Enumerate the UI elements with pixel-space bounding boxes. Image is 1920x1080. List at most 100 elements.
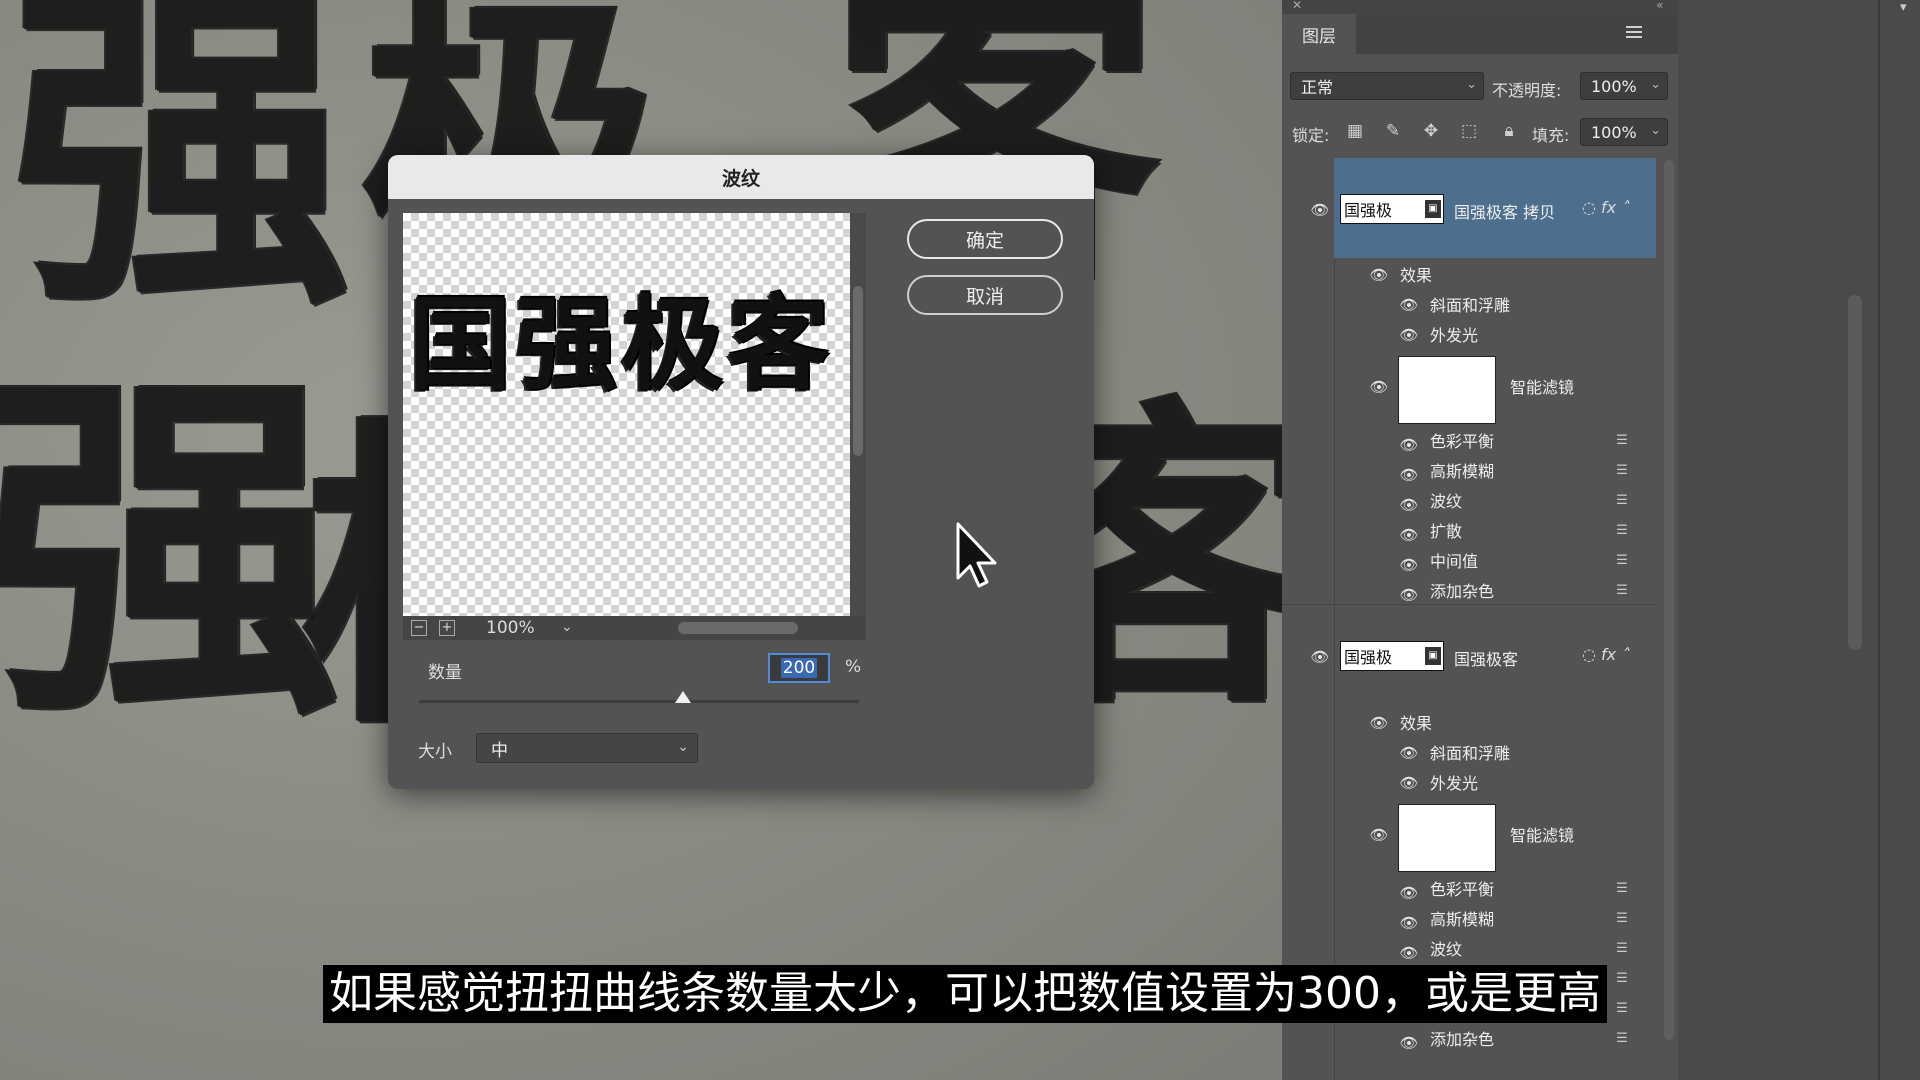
filter-item[interactable]: 扩散 [1430,518,1462,542]
effects-eye-icon[interactable]: 👁︎ [1368,716,1390,731]
visibility-eye-icon[interactable]: 👁︎ [1309,650,1331,665]
tab-layers[interactable]: 图层 [1282,14,1356,54]
layer-fx-indicator[interactable]: ◌ fx ˄ [1582,645,1629,664]
filter-item[interactable]: 波纹 [1430,488,1462,512]
cancel-button-label: 取消 [965,285,1004,308]
layer-list: 👁︎ 国强极 ▣ 国强极客 拷贝 ◌ fx ˄ 👁︎ 效果 👁︎ 斜面和浮雕 👁… [1282,158,1656,1080]
filter-item[interactable]: 色彩平衡 [1430,428,1494,452]
filter-eye-icon[interactable]: 👁︎ [1398,946,1420,961]
effect-item[interactable]: 外发光 [1430,322,1478,346]
dock-divider [1878,0,1880,1080]
zoom-in-icon[interactable]: + [439,620,455,636]
filter-options-icon[interactable]: ☰ [1612,882,1632,896]
layer-separator [1282,604,1656,605]
panel-tab-row: 图层 [1282,14,1678,54]
filter-item[interactable]: 高斯模糊 [1430,906,1494,930]
blend-mode-select[interactable]: 正常 ⌄ [1290,72,1484,100]
dialog-title: 波纹 [721,167,760,190]
amount-input[interactable]: 200 [768,653,830,683]
layers-scrollbar[interactable] [1664,160,1674,1040]
layer-fx-indicator[interactable]: ◌ fx ˄ [1582,198,1629,217]
filter-options-icon[interactable]: ☰ [1612,554,1632,568]
amount-slider-knob[interactable] [675,691,691,703]
lock-all-icon[interactable]: 🔒︎ [1498,120,1520,142]
panel-menu-icon[interactable] [1626,26,1642,40]
layer-thumbnail: 国强极 ▣ [1340,194,1444,224]
layer-name[interactable]: 国强极客 拷贝 [1454,199,1555,223]
filter-preview[interactable]: 国强极客 [403,213,850,616]
preview-zoom-bar: − + 100% ⌄ [403,616,866,640]
smart-filter-eye-icon[interactable]: 👁︎ [1368,828,1390,843]
filter-eye-icon[interactable]: 👁︎ [1398,886,1420,901]
preview-vertical-scrollbar[interactable] [850,213,866,616]
filter-eye-icon[interactable]: 👁︎ [1398,528,1420,543]
filter-options-icon[interactable]: ☰ [1612,584,1632,598]
dialog-title-bar[interactable]: 波纹 [388,155,1094,199]
ok-button[interactable]: 确定 [907,219,1063,259]
effect-item[interactable]: 外发光 [1430,770,1478,794]
opacity-value: 100% [1591,76,1637,96]
lock-transparent-icon[interactable]: ▦ [1344,120,1366,142]
filter-options-icon[interactable]: ☰ [1612,494,1632,508]
smart-object-icon: ▣ [1425,200,1441,218]
effect-eye-icon[interactable]: 👁︎ [1398,298,1420,313]
filter-options-icon[interactable]: ☰ [1612,1032,1632,1046]
filter-item[interactable]: 中间值 [1430,548,1478,572]
chevron-down-icon: ⌄ [677,739,689,755]
collapse-icon[interactable]: « [1656,0,1663,12]
opacity-field[interactable]: 100% ⌄ [1580,72,1668,100]
filter-item[interactable]: 波纹 [1430,936,1462,960]
effect-item[interactable]: 斜面和浮雕 [1430,292,1510,316]
lock-artboard-icon[interactable]: ⬚ [1458,120,1480,142]
preview-horizontal-scrollbar[interactable] [678,622,798,634]
preview-vscroll-thumb[interactable] [853,286,863,456]
layer-name[interactable]: 国强极客 [1454,646,1518,670]
smart-filter-eye-icon[interactable]: 👁︎ [1368,380,1390,395]
lock-move-icon[interactable]: ✥ [1420,120,1442,142]
lock-brush-icon[interactable]: ✎ [1382,120,1404,142]
amount-slider-track[interactable] [419,691,859,703]
filter-eye-icon[interactable]: 👁︎ [1398,468,1420,483]
filter-eye-icon[interactable]: 👁︎ [1398,916,1420,931]
filter-eye-icon[interactable]: 👁︎ [1398,558,1420,573]
effect-eye-icon[interactable]: 👁︎ [1398,746,1420,761]
filter-options-icon[interactable]: ☰ [1612,942,1632,956]
cancel-button[interactable]: 取消 [907,275,1063,315]
blend-mode-value: 正常 [1301,78,1334,97]
filter-options-icon[interactable]: ☰ [1612,972,1632,986]
close-icon[interactable]: ✕ [1292,0,1302,12]
visibility-eye-icon[interactable]: 👁︎ [1309,203,1331,218]
filter-item[interactable]: 高斯模糊 [1430,458,1494,482]
zoom-value[interactable]: 100% [486,618,535,638]
smart-filter-mask-thumb[interactable] [1398,356,1496,424]
filter-item[interactable]: 添加杂色 [1430,578,1494,602]
filter-options-icon[interactable]: ☰ [1612,464,1632,478]
filter-options-icon[interactable]: ☰ [1612,524,1632,538]
fx-label: fx [1601,198,1617,217]
amount-label: 数量 [428,663,462,683]
amount-value: 200 [780,658,818,678]
effect-eye-icon[interactable]: 👁︎ [1398,328,1420,343]
smart-object-icon: ▣ [1425,647,1441,665]
filter-options-icon[interactable]: ☰ [1612,912,1632,926]
filter-item[interactable]: 色彩平衡 [1430,876,1494,900]
filter-options-icon[interactable]: ☰ [1612,434,1632,448]
filter-eye-icon[interactable]: 👁︎ [1398,438,1420,453]
effect-item[interactable]: 斜面和浮雕 [1430,740,1510,764]
filter-eye-icon[interactable]: 👁︎ [1398,588,1420,603]
size-value: 中 [491,740,508,761]
filter-eye-icon[interactable]: 👁︎ [1398,1036,1420,1051]
filter-options-icon[interactable]: ☰ [1612,1002,1632,1016]
chevron-down-icon[interactable]: ⌄ [561,619,573,635]
chevron-down-icon: ⌄ [1650,77,1661,92]
comment-icon[interactable]: ▾ [1900,0,1918,15]
effect-eye-icon[interactable]: 👁︎ [1398,776,1420,791]
size-select[interactable]: 中 ⌄ [476,733,698,763]
dock-scrollbar-thumb[interactable] [1848,295,1862,650]
filter-item[interactable]: 添加杂色 [1430,1026,1494,1050]
fill-field[interactable]: 100% ⌄ [1580,118,1668,146]
effects-eye-icon[interactable]: 👁︎ [1368,268,1390,283]
filter-eye-icon[interactable]: 👁︎ [1398,498,1420,513]
zoom-out-icon[interactable]: − [411,620,427,636]
smart-filter-mask-thumb[interactable] [1398,804,1496,872]
